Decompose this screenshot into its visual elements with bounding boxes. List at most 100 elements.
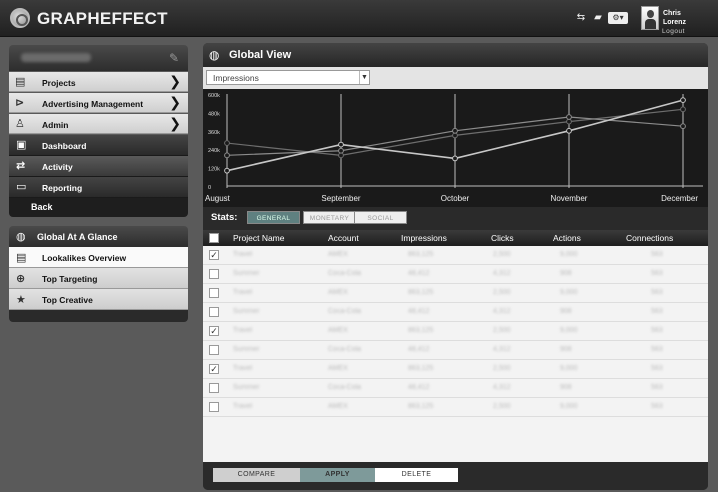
tab-social[interactable]: SOCIAL xyxy=(354,211,407,224)
table-cell: 908 xyxy=(560,270,572,277)
metric-select-bar: Impressions ▼ xyxy=(203,67,708,89)
table-row[interactable]: ✓ Travel AMEX 863,125 2,500 9,000 563 xyxy=(203,322,708,341)
table-cell: 48,412 xyxy=(408,308,430,315)
sidebar-item-dashboard[interactable]: ▣ Dashboard xyxy=(9,135,188,156)
table-cell: 9,000 xyxy=(560,327,578,334)
table-cell: 9,000 xyxy=(560,365,578,372)
delete-button[interactable]: DELETE xyxy=(375,468,458,482)
sidebar-item-admin[interactable]: ♙ Admin ❯ xyxy=(9,114,188,134)
table-cell: Travel xyxy=(233,403,253,410)
table-cell: 563 xyxy=(651,308,663,315)
sidebar-item-label: Activity xyxy=(42,162,73,172)
table-row[interactable]: Summer Coca-Cola 48,412 4,312 908 563 xyxy=(203,303,708,322)
logout-link[interactable]: Logout xyxy=(662,28,685,35)
sidebar-header: ✎ xyxy=(9,45,188,71)
table-cell: 4,312 xyxy=(493,384,511,391)
row-checkbox[interactable] xyxy=(209,383,219,393)
toolbar-icons: ⇆ ▰ ⚙▾ xyxy=(574,11,628,25)
sidebar-item-top-creative[interactable]: ★ Top Creative xyxy=(9,289,188,310)
table-cell: Coca-Cola xyxy=(328,270,362,277)
metric-select[interactable]: Impressions ▼ xyxy=(206,70,370,85)
stats-bar: Stats: GENERAL MONETARY SOCIAL xyxy=(203,207,708,227)
person-icon: ♙ xyxy=(15,118,25,130)
table-cell: AMEX xyxy=(328,403,348,410)
table-row[interactable]: Travel AMEX 863,125 2,500 9,000 563 xyxy=(203,284,708,303)
table-row[interactable]: Summer Coca-Cola 48,412 4,312 908 563 xyxy=(203,341,708,360)
sidebar-item-advertising-management[interactable]: ⊳ Advertising Management ❯ xyxy=(9,93,188,113)
column-header[interactable]: Connections xyxy=(626,233,673,243)
table-cell: 563 xyxy=(651,365,663,372)
chat-icon[interactable]: ▰ xyxy=(592,12,604,24)
chevron-down-icon: ▼ xyxy=(359,71,369,84)
table-cell: 863,125 xyxy=(408,289,434,296)
back-button[interactable]: Back xyxy=(9,198,188,217)
app-logo[interactable]: GRAPHEFFECT xyxy=(37,9,168,29)
row-checkbox[interactable]: ✓ xyxy=(209,326,219,336)
settings-dropdown-icon[interactable]: ⚙▾ xyxy=(608,12,628,24)
globe-icon: ◍ xyxy=(16,231,26,243)
sidebar-item-label: Lookalikes Overview xyxy=(42,253,127,263)
table-cell: Travel xyxy=(233,327,253,334)
table-cell: 4,312 xyxy=(493,270,511,277)
data-point xyxy=(680,97,686,104)
tab-monetary[interactable]: MONETARY xyxy=(303,211,356,224)
y-tick-label: 480k xyxy=(208,111,220,117)
compare-button[interactable]: COMPARE xyxy=(213,468,300,482)
data-point xyxy=(452,127,458,134)
y-tick-label: 0 xyxy=(208,185,211,191)
select-all-checkbox[interactable] xyxy=(209,233,219,243)
column-header[interactable]: Impressions xyxy=(401,233,447,243)
sidebar-item-activity[interactable]: ⇄ Activity xyxy=(9,156,188,177)
people-icon: ▤ xyxy=(16,252,27,264)
table-row[interactable]: ✓ Travel AMEX 863,125 2,500 9,000 563 xyxy=(203,246,708,265)
table-row[interactable]: Travel AMEX 863,125 2,500 9,000 563 xyxy=(203,398,708,417)
data-point xyxy=(566,114,572,120)
action-footer: COMPARE APPLY DELETE xyxy=(203,462,708,490)
table-cell: 563 xyxy=(651,384,663,391)
table-row[interactable]: ✓ Travel AMEX 863,125 2,500 9,000 563 xyxy=(203,360,708,379)
user-last-name: Lorenz xyxy=(663,19,686,26)
table-row[interactable]: Summer Coca-Cola 48,412 4,312 908 563 xyxy=(203,379,708,398)
row-checkbox[interactable] xyxy=(209,288,219,298)
link-icon[interactable]: ⇆ xyxy=(574,12,588,24)
sidebar-item-lookalikes-overview[interactable]: ▤ Lookalikes Overview xyxy=(9,247,188,268)
column-header[interactable]: Project Name xyxy=(233,233,285,243)
sidebar-item-label: Top Creative xyxy=(42,295,93,305)
glance-header: ◍ Global At A Glance xyxy=(9,226,188,247)
column-header[interactable]: Clicks xyxy=(491,233,514,243)
table-cell: Travel xyxy=(233,365,253,372)
line-chart: 600k 480k 360k 240k 120k 0 August September Octo… xyxy=(203,89,708,207)
row-checkbox[interactable] xyxy=(209,307,219,317)
table-cell: Summer xyxy=(233,308,260,315)
data-point xyxy=(452,132,458,139)
data-point xyxy=(338,147,344,154)
apply-button[interactable]: APPLY xyxy=(300,468,375,482)
row-checkbox[interactable]: ✓ xyxy=(209,250,219,260)
user-first-name: Chris xyxy=(663,10,681,17)
stats-label: Stats: xyxy=(211,212,238,223)
table-cell: 563 xyxy=(651,346,663,353)
x-tick-label: November xyxy=(551,194,588,203)
table-cell: 563 xyxy=(651,289,663,296)
data-point xyxy=(566,118,572,125)
table-cell: 863,125 xyxy=(408,365,434,372)
document-icon: ▤ xyxy=(15,76,26,88)
pencil-icon[interactable]: ✎ xyxy=(169,51,179,65)
table-cell: 9,000 xyxy=(560,251,578,258)
sidebar-item-projects[interactable]: ▤ Projects ❯ xyxy=(9,72,188,92)
row-checkbox[interactable] xyxy=(209,345,219,355)
y-tick-label: 240k xyxy=(208,148,220,154)
tab-general[interactable]: GENERAL xyxy=(247,211,300,224)
row-checkbox[interactable] xyxy=(209,269,219,279)
table-cell: 48,412 xyxy=(408,384,430,391)
avatar[interactable] xyxy=(641,6,659,30)
table-row[interactable]: Summer Coca-Cola 48,412 4,312 908 563 xyxy=(203,265,708,284)
column-header[interactable]: Actions xyxy=(553,233,581,243)
sidebar-item-top-targeting[interactable]: ⊕ Top Targeting xyxy=(9,268,188,289)
sidebar-item-reporting[interactable]: ▭ Reporting xyxy=(9,177,188,198)
table-cell: 4,312 xyxy=(493,346,511,353)
column-header[interactable]: Account xyxy=(328,233,359,243)
row-checkbox[interactable] xyxy=(209,402,219,412)
back-label: Back xyxy=(31,202,53,212)
row-checkbox[interactable]: ✓ xyxy=(209,364,219,374)
